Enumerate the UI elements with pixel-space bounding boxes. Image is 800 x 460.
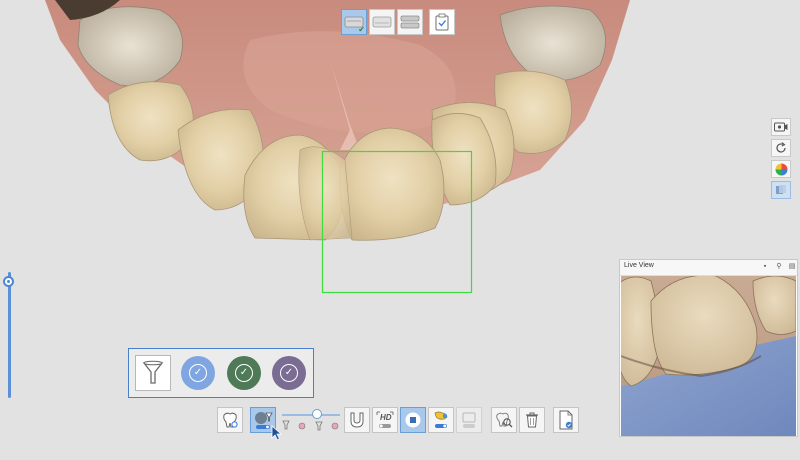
ai-toggle-icon bbox=[434, 411, 448, 428]
detail-level-slider[interactable] bbox=[280, 407, 344, 433]
panel-options-icon[interactable]: ▤ bbox=[788, 263, 796, 271]
tooth-scan-button[interactable] bbox=[217, 407, 243, 433]
filter-button[interactable] bbox=[135, 355, 171, 391]
tooth-search-button[interactable] bbox=[491, 407, 517, 433]
trash-icon bbox=[526, 412, 538, 428]
filter-option-green[interactable]: ✓ bbox=[227, 356, 261, 390]
live-view-panel: Live View ▪ ⚲ ▤ bbox=[619, 259, 798, 437]
check-icon: ✓ bbox=[235, 364, 253, 382]
check-icon: ✓ bbox=[280, 364, 298, 382]
scan-checklist-button[interactable] bbox=[429, 9, 455, 35]
brightness-slider-track[interactable] bbox=[8, 272, 11, 398]
hd-label: HD bbox=[380, 413, 392, 422]
clipboard-check-icon bbox=[435, 13, 449, 31]
brightness-slider-knob[interactable] bbox=[3, 276, 14, 287]
stop-icon bbox=[405, 412, 421, 428]
both-jaws-icon bbox=[400, 15, 420, 29]
lower-jaw-icon bbox=[372, 16, 392, 28]
record-icon bbox=[774, 122, 788, 132]
upper-jaw-button[interactable]: ✔ bbox=[341, 9, 367, 35]
lower-jaw-button[interactable] bbox=[369, 9, 395, 35]
filter-level-icons bbox=[282, 420, 339, 431]
view-mode-button[interactable] bbox=[771, 181, 791, 199]
document-icon bbox=[559, 410, 573, 430]
check-icon: ✓ bbox=[189, 364, 207, 382]
view-mode-icon bbox=[776, 185, 786, 194]
view-toolbar bbox=[771, 118, 791, 199]
color-mode-button[interactable] bbox=[771, 160, 791, 178]
live-camera-image bbox=[621, 276, 796, 436]
jaw-selector: ✔ bbox=[341, 9, 455, 35]
filter-option-purple[interactable]: ✓ bbox=[272, 356, 306, 390]
ai-toggle-button[interactable] bbox=[428, 407, 454, 433]
funnel-icon bbox=[142, 360, 164, 384]
delete-button[interactable] bbox=[519, 407, 545, 433]
both-jaws-button[interactable] bbox=[397, 9, 423, 35]
record-button[interactable] bbox=[771, 118, 791, 136]
minimize-icon[interactable]: ▪ bbox=[761, 263, 769, 271]
check-icon: ✔ bbox=[358, 25, 365, 34]
disabled-icon bbox=[462, 412, 476, 428]
tooth-scan-icon bbox=[223, 412, 238, 428]
filter-option-blue[interactable]: ✓ bbox=[181, 356, 215, 390]
reset-view-button[interactable] bbox=[771, 139, 791, 157]
tooth-search-icon bbox=[496, 412, 513, 428]
detail-slider-track bbox=[282, 414, 340, 416]
stop-scan-button[interactable] bbox=[400, 407, 426, 433]
rotate-icon bbox=[776, 142, 786, 153]
filter-panel: ✓ ✓ ✓ bbox=[128, 348, 314, 398]
tray-button[interactable] bbox=[344, 407, 370, 433]
detail-slider-knob[interactable] bbox=[312, 409, 322, 419]
pin-icon[interactable]: ⚲ bbox=[775, 263, 783, 271]
disabled-tool-button[interactable] bbox=[456, 407, 482, 433]
hd-toggle-button[interactable]: HD bbox=[372, 407, 398, 433]
color-wheel-icon bbox=[775, 163, 787, 175]
live-view-header: Live View ▪ ⚲ ▤ bbox=[620, 260, 797, 276]
document-button[interactable] bbox=[553, 407, 579, 433]
live-view-title: Live View bbox=[624, 262, 654, 269]
tray-icon bbox=[350, 412, 364, 428]
